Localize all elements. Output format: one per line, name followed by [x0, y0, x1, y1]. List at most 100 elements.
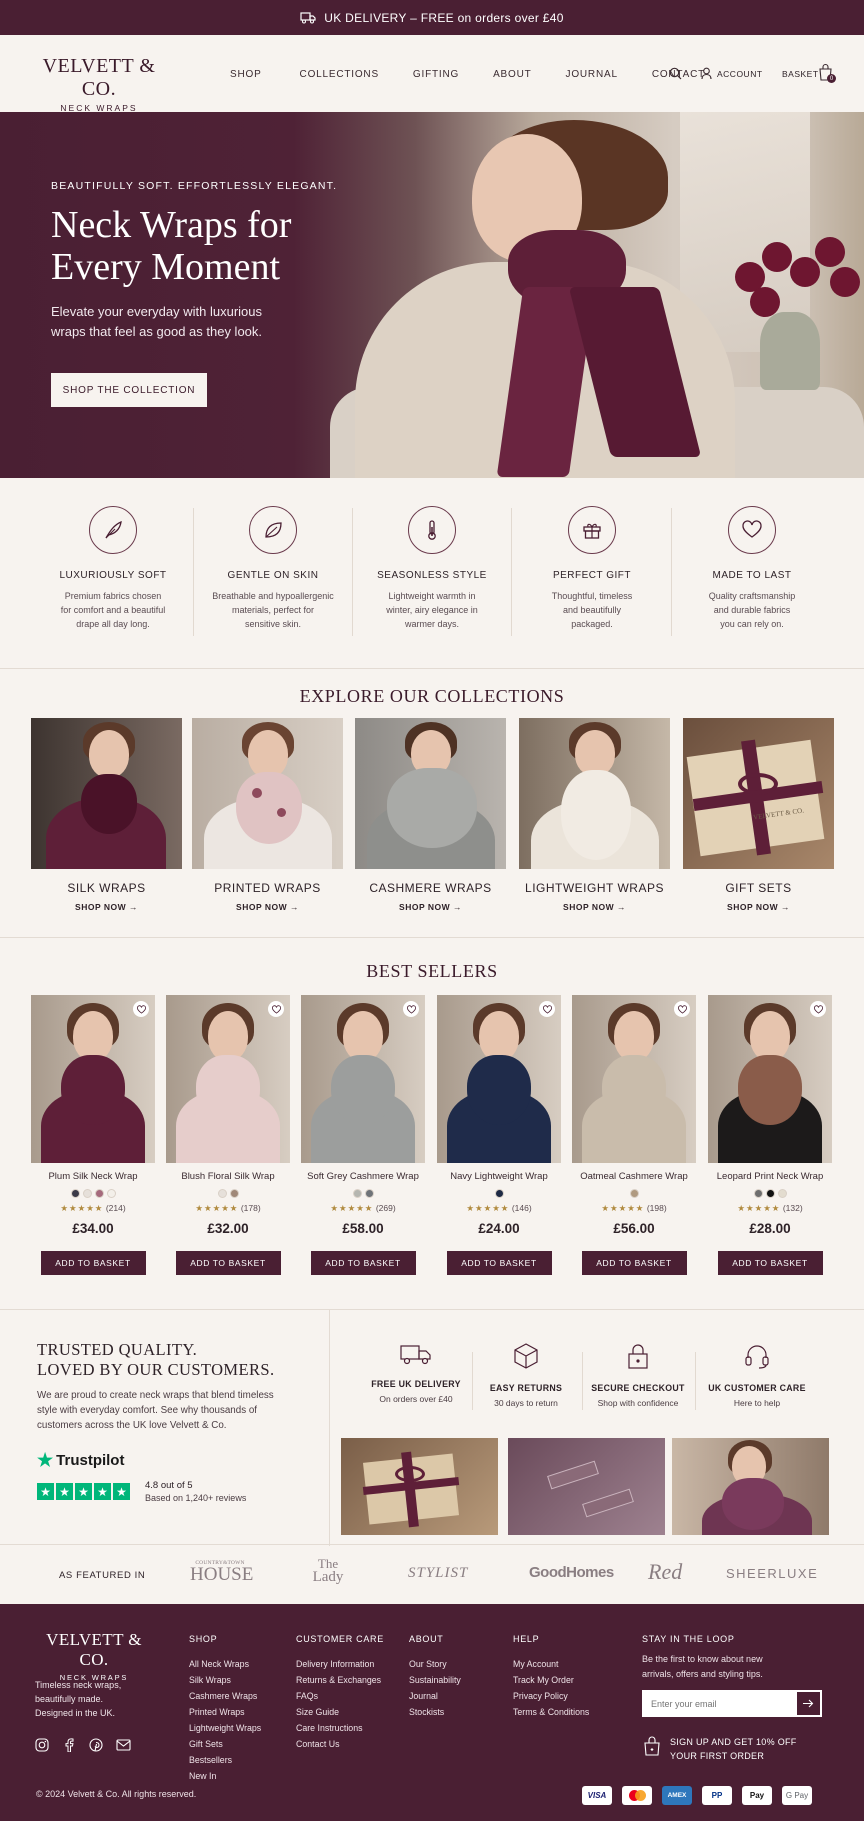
nav-collections[interactable]: COLLECTIONS — [300, 69, 379, 80]
nav-shop[interactable]: SHOP — [230, 69, 262, 80]
footer-link[interactable]: Cashmere Wraps — [189, 1688, 261, 1704]
basket-link[interactable]: BASKET — [782, 69, 819, 79]
collection-card-cashmere[interactable]: CASHMERE WRAPS SHOP NOW → — [355, 718, 506, 912]
footer-link[interactable]: Contact Us — [296, 1736, 384, 1752]
collection-image[interactable] — [355, 718, 506, 869]
product-name[interactable]: Navy Lightweight Wrap — [437, 1171, 561, 1182]
shop-now-link[interactable]: SHOP NOW → — [31, 902, 182, 912]
color-swatch[interactable] — [753, 1189, 763, 1198]
product-name[interactable]: Plum Silk Neck Wrap — [31, 1171, 155, 1182]
collection-image[interactable] — [192, 718, 343, 869]
nav-about[interactable]: ABOUT — [493, 69, 531, 80]
footer-link[interactable]: Silk Wraps — [189, 1672, 261, 1688]
color-swatch[interactable] — [777, 1189, 787, 1198]
newsletter-submit-button[interactable] — [796, 1691, 821, 1716]
collection-name[interactable]: PRINTED WRAPS — [192, 881, 343, 895]
color-swatch[interactable] — [106, 1189, 116, 1198]
collection-card-gift-sets[interactable]: VELVETT & CO. GIFT SETS SHOP NOW → — [683, 718, 834, 912]
footer-link[interactable]: Returns & Exchanges — [296, 1672, 384, 1688]
email-input[interactable] — [643, 1691, 796, 1716]
product-card[interactable]: Soft Grey Cashmere Wrap ★★★★★ (269) £58.00… — [301, 995, 425, 1275]
footer-link[interactable]: Stockists — [409, 1704, 461, 1720]
footer-logo[interactable]: VELVETT & CO. NECK WRAPS — [34, 1630, 154, 1682]
footer-link[interactable]: New In — [189, 1768, 261, 1784]
wishlist-heart-icon[interactable] — [810, 1001, 826, 1017]
product-image[interactable] — [301, 995, 425, 1163]
search-icon[interactable] — [669, 67, 682, 80]
pinterest-icon[interactable] — [89, 1738, 103, 1752]
footer-link[interactable]: FAQs — [296, 1688, 384, 1704]
product-name[interactable]: Oatmeal Cashmere Wrap — [572, 1171, 696, 1182]
footer-link[interactable]: All Neck Wraps — [189, 1656, 261, 1672]
trustpilot-logo[interactable]: ★ Trustpilot — [37, 1450, 124, 1471]
shop-collection-button[interactable]: SHOP THE COLLECTION — [51, 373, 207, 407]
email-icon[interactable] — [116, 1739, 131, 1751]
collection-card-lightweight[interactable]: LIGHTWEIGHT WRAPS SHOP NOW → — [519, 718, 670, 912]
footer-link[interactable]: Care Instructions — [296, 1720, 384, 1736]
add-to-basket-button[interactable]: ADD TO BASKET — [175, 1251, 281, 1275]
footer-link[interactable]: Bestsellers — [189, 1752, 261, 1768]
account-icon[interactable] — [701, 67, 712, 80]
color-swatch[interactable] — [629, 1189, 639, 1198]
product-card[interactable]: Leopard Print Neck Wrap ★★★★★ (132) £28.00… — [708, 995, 832, 1275]
brand-logo[interactable]: VELVETT & CO. NECK WRAPS — [31, 55, 167, 113]
account-link[interactable]: ACCOUNT — [717, 69, 763, 79]
add-to-basket-button[interactable]: ADD TO BASKET — [446, 1251, 552, 1275]
color-swatch[interactable] — [229, 1189, 239, 1198]
footer-link[interactable]: Terms & Conditions — [513, 1704, 589, 1720]
wishlist-heart-icon[interactable] — [403, 1001, 419, 1017]
footer-link[interactable]: Delivery Information — [296, 1656, 384, 1672]
product-image[interactable] — [437, 995, 561, 1163]
add-to-basket-button[interactable]: ADD TO BASKET — [717, 1251, 823, 1275]
collection-image[interactable] — [31, 718, 182, 869]
color-swatch[interactable] — [494, 1189, 504, 1198]
color-swatch[interactable] — [364, 1189, 374, 1198]
color-swatch[interactable] — [217, 1189, 227, 1198]
shop-now-link[interactable]: SHOP NOW → — [355, 902, 506, 912]
footer-link[interactable]: Privacy Policy — [513, 1688, 589, 1704]
product-image[interactable] — [572, 995, 696, 1163]
add-to-basket-button[interactable]: ADD TO BASKET — [581, 1251, 687, 1275]
footer-link[interactable]: Lightweight Wraps — [189, 1720, 261, 1736]
color-swatch[interactable] — [765, 1189, 775, 1198]
footer-link[interactable]: Printed Wraps — [189, 1704, 261, 1720]
footer-link[interactable]: Track My Order — [513, 1672, 589, 1688]
facebook-icon[interactable] — [64, 1738, 74, 1752]
color-swatch[interactable] — [70, 1189, 80, 1198]
color-swatch[interactable] — [352, 1189, 362, 1198]
product-image[interactable] — [708, 995, 832, 1163]
add-to-basket-button[interactable]: ADD TO BASKET — [310, 1251, 416, 1275]
collection-name[interactable]: LIGHTWEIGHT WRAPS — [519, 881, 670, 895]
collection-card-printed[interactable]: PRINTED WRAPS SHOP NOW → — [192, 718, 343, 912]
shop-now-link[interactable]: SHOP NOW → — [683, 902, 834, 912]
product-name[interactable]: Leopard Print Neck Wrap — [708, 1171, 832, 1182]
wishlist-heart-icon[interactable] — [674, 1001, 690, 1017]
product-image[interactable] — [166, 995, 290, 1163]
product-card[interactable]: Navy Lightweight Wrap ★★★★★ (146) £24.00 AD… — [437, 995, 561, 1275]
collection-card-silk[interactable]: SILK WRAPS SHOP NOW → — [31, 718, 182, 912]
nav-journal[interactable]: JOURNAL — [566, 69, 618, 80]
collection-name[interactable]: CASHMERE WRAPS — [355, 881, 506, 895]
color-swatch[interactable] — [82, 1189, 92, 1198]
shop-now-link[interactable]: SHOP NOW → — [519, 902, 670, 912]
footer-link[interactable]: My Account — [513, 1656, 589, 1672]
shop-now-link[interactable]: SHOP NOW → — [192, 902, 343, 912]
instagram-icon[interactable] — [35, 1738, 49, 1752]
footer-link[interactable]: Journal — [409, 1688, 461, 1704]
collection-name[interactable]: GIFT SETS — [683, 881, 834, 895]
wishlist-heart-icon[interactable] — [133, 1001, 149, 1017]
wishlist-heart-icon[interactable] — [539, 1001, 555, 1017]
color-swatch[interactable] — [94, 1189, 104, 1198]
collection-image[interactable]: VELVETT & CO. — [683, 718, 834, 869]
footer-link[interactable]: Size Guide — [296, 1704, 384, 1720]
add-to-basket-button[interactable]: ADD TO BASKET — [40, 1251, 146, 1275]
footer-link[interactable]: Sustainability — [409, 1672, 461, 1688]
collection-image[interactable] — [519, 718, 670, 869]
footer-link[interactable]: Our Story — [409, 1656, 461, 1672]
product-card[interactable]: Blush Floral Silk Wrap ★★★★★ (178) £32.00 A… — [166, 995, 290, 1275]
collection-name[interactable]: SILK WRAPS — [31, 881, 182, 895]
footer-link[interactable]: Gift Sets — [189, 1736, 261, 1752]
product-card[interactable]: Plum Silk Neck Wrap ★★★★★ (214) £34.00 ADD … — [31, 995, 155, 1275]
product-image[interactable] — [31, 995, 155, 1163]
product-name[interactable]: Soft Grey Cashmere Wrap — [301, 1171, 425, 1182]
